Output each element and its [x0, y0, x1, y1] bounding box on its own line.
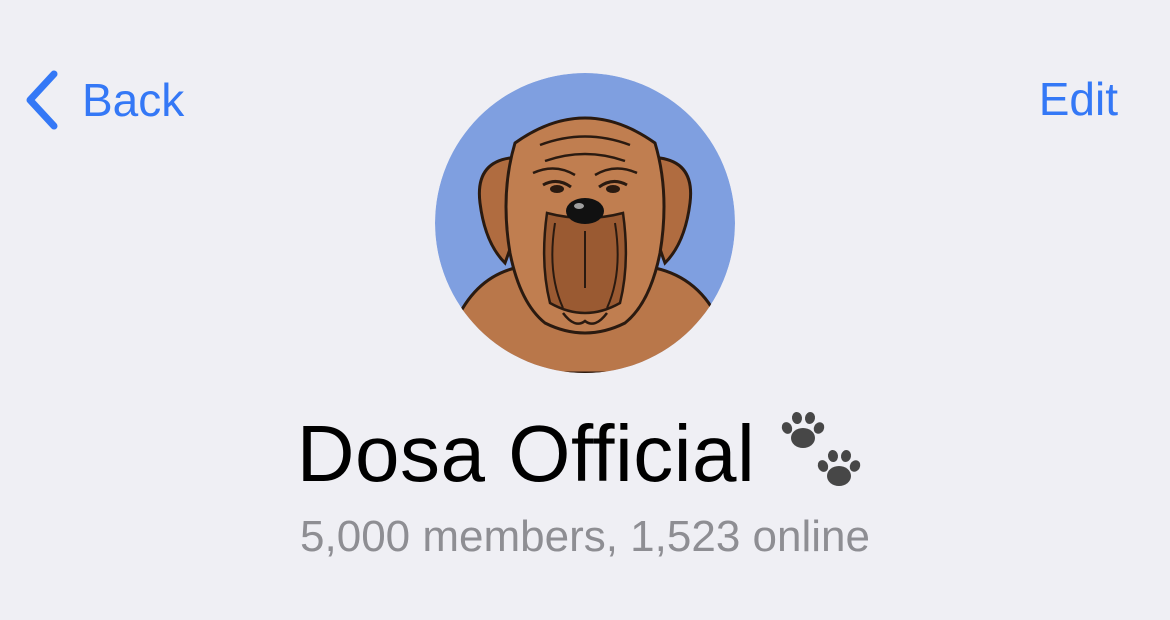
group-title: Dosa Official	[296, 408, 756, 498]
back-button[interactable]: Back	[22, 66, 184, 134]
paw-prints-icon	[777, 408, 873, 499]
group-title-row: Dosa Official	[0, 408, 1170, 499]
avatar[interactable]	[435, 73, 735, 373]
dog-avatar-image	[435, 73, 735, 373]
chevron-left-icon	[22, 68, 60, 132]
member-count: 5,000 members, 1,523 online	[300, 512, 870, 561]
back-label: Back	[82, 74, 185, 126]
edit-button[interactable]: Edit	[1039, 76, 1118, 122]
